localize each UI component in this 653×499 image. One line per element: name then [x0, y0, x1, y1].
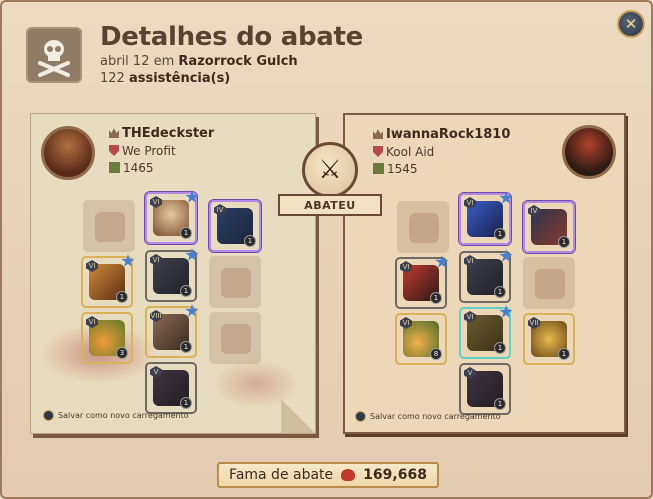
save-loadout-label: Salvar como novo carregamento [370, 412, 501, 421]
player-icon [109, 128, 119, 138]
bag-icon [95, 212, 125, 242]
quantity-badge: 1 [494, 228, 506, 240]
offhand-icon [535, 269, 565, 299]
food-icon [221, 324, 251, 354]
offhand-slot-empty [209, 256, 261, 308]
killer-avatar[interactable] [41, 126, 95, 180]
shoes-slot[interactable]: VIII 1 [145, 304, 199, 358]
skull-crossbones-icon [26, 27, 82, 83]
quantity-badge: 1 [430, 292, 442, 304]
bag-slot-empty [83, 200, 135, 252]
killer-guild-row: We Profit [109, 144, 176, 158]
quantity-badge: 1 [494, 398, 506, 410]
quantity-badge: 1 [180, 341, 192, 353]
close-icon: ✕ [624, 15, 638, 33]
kill-date: abril 12 [100, 54, 150, 69]
guild-icon [109, 145, 119, 156]
quantity-badge: 1 [494, 286, 506, 298]
cape-slot[interactable]: IV 1 [209, 200, 261, 252]
kill-fame-value: 169,668 [363, 467, 427, 483]
offhand-slot-empty [523, 257, 575, 309]
quantity-badge: 1 [558, 348, 570, 360]
head-slot[interactable]: VI 1 [145, 190, 199, 244]
assists-line: 122 assistência(s) [100, 71, 230, 86]
save-loadout-button[interactable]: Salvar como novo carregamento [355, 411, 501, 422]
quantity-badge: 8 [430, 348, 442, 360]
victim-avatar[interactable] [562, 125, 616, 179]
close-button[interactable]: ✕ [617, 10, 645, 38]
quantity-badge: 1 [180, 227, 192, 239]
kill-location: Razorrock Gulch [178, 54, 298, 69]
potion-slot[interactable]: VI 8 [395, 313, 447, 365]
head-slot[interactable]: VI 1 [459, 191, 513, 245]
victim-guild[interactable]: Kool Aid [386, 145, 434, 159]
page-title: Detalhes do abate [100, 22, 363, 52]
assists-count: 122 [100, 71, 125, 86]
save-loadout-label: Salvar como novo carregamento [58, 411, 189, 420]
mainhand-slot[interactable]: VI 1 [81, 254, 135, 308]
assists-label: assistência(s) [128, 71, 231, 86]
item-power-icon [109, 162, 120, 173]
quantity-badge: 1 [558, 236, 570, 248]
killer-name[interactable]: THEdeckster [122, 126, 214, 141]
bag-icon [409, 213, 439, 243]
page-fold [281, 399, 315, 433]
kill-fame-label: Fama de abate [229, 467, 334, 483]
fame-skull-icon [341, 469, 356, 481]
quantity-badge: 1 [116, 291, 128, 303]
killer-guild[interactable]: We Profit [122, 144, 176, 158]
item-power-icon [373, 163, 384, 174]
quantity-badge: 1 [180, 397, 192, 409]
quantity-badge: 1 [180, 285, 192, 297]
potion-slot[interactable]: VI 3 [81, 312, 133, 364]
cape-slot[interactable]: IV 1 [523, 201, 575, 253]
kill-details-window: ✕ Detalhes do abate abril 12 em Razorroc… [0, 0, 653, 499]
offhand-icon [221, 268, 251, 298]
shoes-slot[interactable]: VI 1 [459, 305, 513, 359]
killer-name-row: THEdeckster [109, 126, 214, 141]
save-icon [355, 411, 366, 422]
quantity-badge: 3 [116, 347, 128, 359]
killer-card: THEdeckster We Profit 1465 VI 1 IV 1 VI … [30, 113, 316, 434]
player-icon [373, 129, 383, 139]
bag-slot-empty [397, 201, 449, 253]
quantity-badge: 1 [244, 235, 256, 247]
crossed-swords-badge: ⚔ [302, 142, 358, 198]
quantity-badge: 1 [494, 342, 506, 354]
food-slot[interactable]: VII 1 [523, 313, 575, 365]
mainhand-slot[interactable]: VI 1 [395, 255, 449, 309]
food-slot-empty [209, 312, 261, 364]
victim-ip-row: 1545 [373, 162, 418, 176]
kill-date-location: abril 12 em Razorrock Gulch [100, 54, 298, 69]
save-loadout-button[interactable]: Salvar como novo carregamento [43, 410, 189, 421]
killed-ribbon: ABATEU [278, 194, 382, 216]
armor-slot[interactable]: VI 1 [459, 249, 513, 303]
kill-fame-bar: Fama de abate 169,668 [217, 462, 439, 488]
crossed-swords-icon: ⚔ [318, 155, 342, 185]
victim-ip: 1545 [387, 162, 418, 176]
in-word: em [153, 54, 175, 69]
guild-icon [373, 146, 383, 157]
killer-ip: 1465 [123, 161, 154, 175]
victim-card: IwannaRock1810 Kool Aid 1545 VI 1 IV 1 V… [343, 113, 626, 434]
mount-slot[interactable]: V 1 [459, 363, 511, 415]
mount-slot[interactable]: V 1 [145, 362, 197, 414]
victim-name-row: IwannaRock1810 [373, 127, 510, 142]
save-icon [43, 410, 54, 421]
victim-guild-row: Kool Aid [373, 145, 434, 159]
killer-ip-row: 1465 [109, 161, 154, 175]
armor-slot[interactable]: VI 1 [145, 248, 199, 302]
victim-name[interactable]: IwannaRock1810 [386, 127, 510, 142]
